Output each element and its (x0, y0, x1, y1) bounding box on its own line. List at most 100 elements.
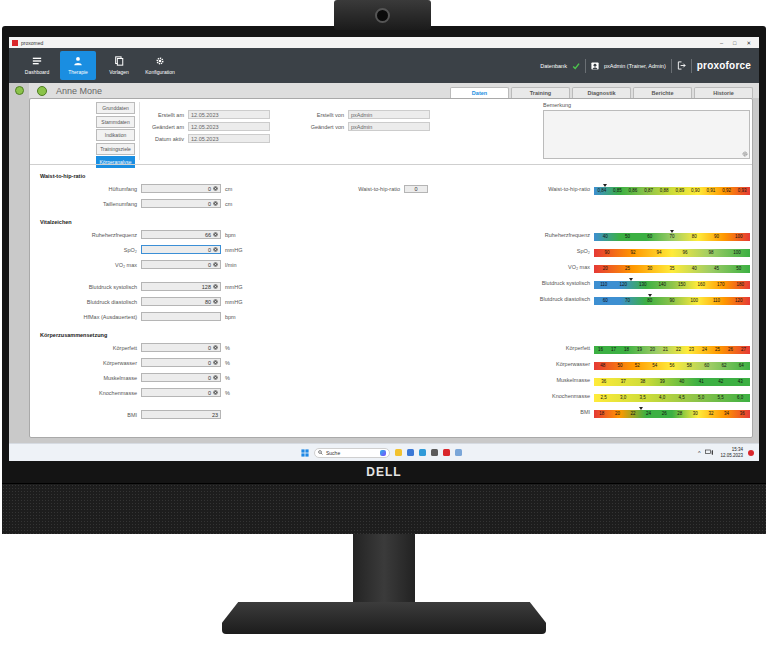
meta-field: pxAdmin (348, 122, 430, 131)
clear-icon[interactable] (213, 375, 218, 380)
range-scale: 161718192021222324252627 (594, 346, 750, 354)
taskbar-app-icon[interactable] (431, 449, 438, 456)
clear-icon[interactable] (213, 247, 218, 252)
scale-row: Knochenmasse2,53,03,54,04,55,05,56,0 (498, 388, 750, 404)
back-icon[interactable] (15, 86, 24, 95)
window-control[interactable]: – (715, 40, 728, 46)
network-icon[interactable] (705, 449, 715, 456)
range-scale: 18202224262830323436 (594, 410, 750, 418)
person-icon (73, 56, 83, 66)
toolbar-item[interactable]: Vorlagen (101, 51, 137, 80)
number-input[interactable]: 66 (141, 230, 221, 239)
clear-icon[interactable] (213, 262, 218, 267)
window-control[interactable]: □ (728, 40, 741, 46)
field-row: Ruheherzfrequenz66bpm (40, 227, 260, 242)
tab[interactable]: Training (511, 87, 570, 98)
subnav-button[interactable]: Grunddaten (96, 102, 135, 114)
monitor-chin: DELL (9, 461, 759, 483)
scale-row: Körperfett161718192021222324252627 (498, 340, 750, 356)
notification-icon[interactable] (748, 450, 754, 456)
subnav-button[interactable]: Stammdaten (96, 116, 135, 128)
field-row: HfMax (Ausdauertest)bpm (40, 309, 260, 324)
scale-row: Muskelmasse3637383940414243 (498, 372, 750, 388)
toolbar-item[interactable]: Therapie (60, 51, 96, 80)
number-input[interactable]: 0 (141, 184, 221, 193)
meta-field: 12.05.2023 (188, 122, 270, 131)
meta-dates: Erstellt am12.05.2023Geändert am12.05.20… (139, 102, 270, 160)
range-scale: 20253035404550 (594, 265, 750, 273)
dell-logo: DELL (366, 465, 401, 479)
field-row: Knochenmasse0% (40, 385, 260, 400)
taskbar-app-icon[interactable] (407, 449, 414, 456)
speaker-bar (2, 483, 766, 534)
section: KörperzusammensetzungKörperfett0%Körperw… (40, 332, 750, 422)
range-scale: 110120130140150160170180 (594, 281, 750, 289)
number-input[interactable]: 23 (141, 410, 221, 419)
number-input[interactable]: 0 (141, 343, 221, 352)
remark: Bemerkung (543, 102, 750, 159)
field-row: VO₂ max0l/min (40, 257, 260, 272)
window-control[interactable]: ✕ (741, 40, 756, 46)
patient-name: Anne Mone (56, 86, 102, 96)
clear-icon[interactable] (213, 360, 218, 365)
clock[interactable]: 15:3412.05.2023 (720, 447, 743, 458)
clear-icon[interactable] (213, 345, 218, 350)
bing-icon (380, 450, 386, 456)
range-scale: 2,53,03,54,04,55,05,56,0 (594, 394, 750, 402)
number-input[interactable]: 0 (141, 245, 221, 254)
clear-icon[interactable] (213, 232, 218, 237)
clear-icon[interactable] (213, 201, 218, 206)
number-input[interactable]: 80 (141, 297, 221, 306)
tab-bar: DatenTrainingDiagnostikBerichteHistorie (450, 87, 759, 98)
meta-users: Erstellt vonpxAdminGeändert vonpxAdmin (304, 102, 430, 131)
section: Waist-to-hip-ratioHüftumfang0cmTaillenum… (40, 173, 750, 211)
taskbar-app-icon[interactable] (455, 449, 462, 456)
number-input[interactable]: 0 (141, 260, 221, 269)
webcam-icon (334, 0, 431, 30)
toolbar-item[interactable]: Konfiguration (142, 51, 178, 80)
taskbar-search[interactable]: Suche (314, 448, 390, 458)
tray-expand[interactable]: ^ (698, 450, 701, 456)
tab[interactable]: Diagnostik (572, 87, 631, 98)
settings-icon[interactable] (742, 151, 748, 157)
subnav-button[interactable]: Körperanalyse (96, 156, 135, 168)
clear-icon[interactable] (213, 186, 218, 191)
toolbar-item[interactable]: Dashboard (19, 51, 55, 80)
number-input[interactable]: 0 (141, 373, 221, 382)
range-scale: 9092949698100 (594, 249, 750, 257)
field-row: Blutdruck systolisch128mmHG (40, 279, 260, 294)
range-scale: 0,840,850,860,870,880,890,900,910,920,93 (594, 187, 750, 195)
content-panel: Grunddaten StammdatenIndikation Trainingsz… (29, 98, 753, 438)
tab[interactable]: Berichte (633, 87, 692, 98)
taskbar-app-icon[interactable] (419, 449, 426, 456)
value-marker-icon (639, 407, 643, 410)
subnav-button[interactable]: Indikation (96, 129, 135, 141)
database-label: Datenbank (540, 63, 567, 69)
number-input[interactable]: 128 (141, 282, 221, 291)
subnav-button[interactable]: Trainingsziele (96, 143, 135, 155)
clear-icon[interactable] (213, 299, 218, 304)
clear-icon[interactable] (213, 390, 218, 395)
field-row: Körperwasser0% (40, 355, 260, 370)
user-label[interactable]: pxAdmin (Trainer, Admin) (604, 63, 666, 69)
number-input[interactable]: 0 (141, 199, 221, 208)
stand-base (222, 602, 546, 634)
scale-row: Blutdruck diastolisch60708090100110120 (498, 291, 750, 307)
logout-icon[interactable] (677, 61, 686, 70)
tab[interactable]: Historie (694, 87, 753, 98)
number-input[interactable]: 0 (141, 388, 221, 397)
section-title: Vitalzeichen (40, 219, 750, 227)
meta-field: 12.05.2023 (188, 134, 270, 143)
remark-textarea[interactable] (543, 110, 750, 159)
field-row: Körperfett0% (40, 340, 260, 355)
windows-start-icon[interactable] (301, 449, 309, 457)
number-input[interactable]: 0 (141, 358, 221, 367)
tab[interactable]: Daten (450, 87, 509, 98)
sub-navigation: Grunddaten StammdatenIndikation Trainingsz… (96, 102, 135, 168)
window-controls: –□✕ (715, 40, 756, 46)
number-input[interactable] (141, 312, 221, 321)
value-marker-icon (629, 278, 633, 281)
clear-icon[interactable] (213, 284, 218, 289)
taskbar-app-icon[interactable] (443, 449, 450, 456)
taskbar-app-icon[interactable] (395, 449, 402, 456)
